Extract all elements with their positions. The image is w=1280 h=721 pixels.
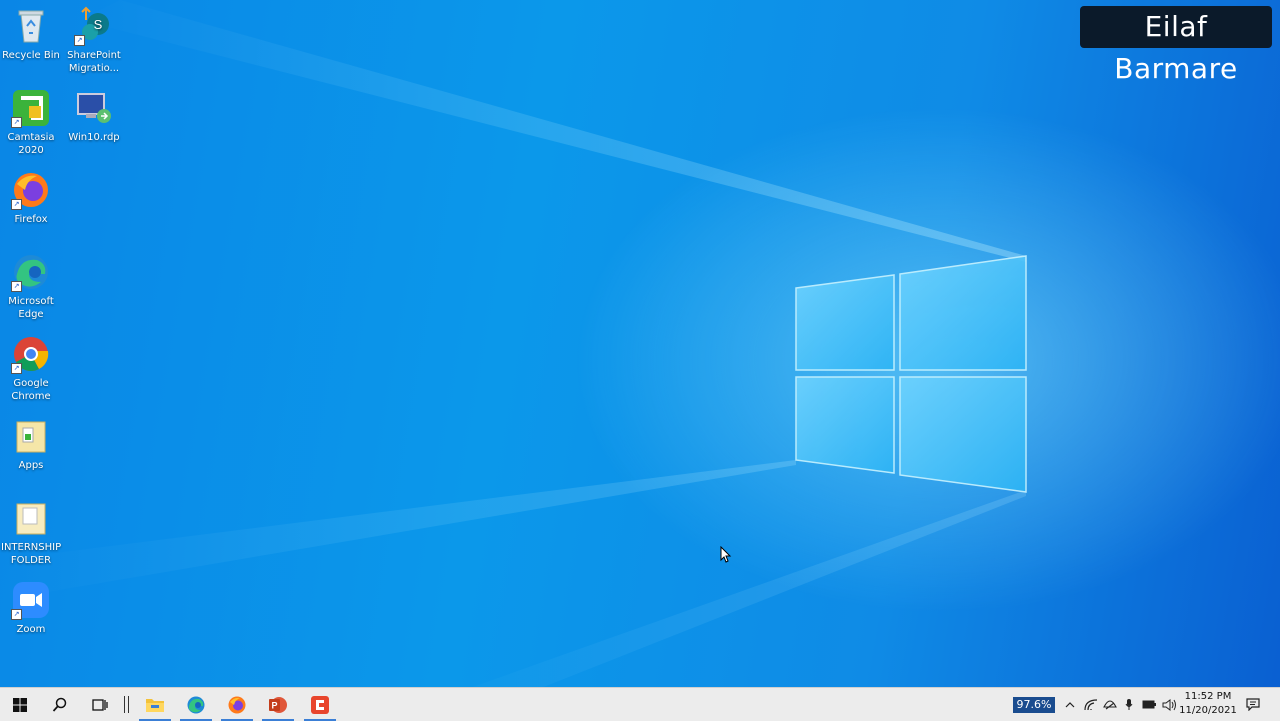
desktop-icon-label: INTERNSHIP FOLDER: [1, 542, 62, 566]
recycle-bin-icon: [11, 6, 51, 46]
desktop-icon-camtasia[interactable]: ↗ Camtasia 2020: [1, 88, 61, 157]
taskbar: P 97.6% 11:52 PM 11/20/2021: [0, 687, 1280, 721]
task-view-icon: [92, 698, 108, 711]
wallpaper-light-beams: [0, 0, 1027, 720]
taskbar-camtasia[interactable]: [300, 688, 340, 721]
desktop-icon-label: SharePoint Migratio...: [67, 50, 121, 74]
start-icon: [13, 697, 27, 712]
taskbar-separator: [124, 696, 129, 713]
network-icon: [1103, 699, 1117, 709]
shortcut-arrow-icon: ↗: [11, 117, 22, 128]
clock-time: 11:52 PM: [1184, 691, 1232, 702]
desktop-icon-label: Zoom: [16, 624, 46, 635]
volume-button[interactable]: [1160, 688, 1178, 721]
search-icon: [52, 697, 67, 712]
presenter-name-watermark: Eilaf Barmare: [1080, 6, 1272, 85]
task-view-button[interactable]: [80, 688, 120, 721]
folder-icon: [11, 416, 51, 456]
desktop-icon-internship-folder[interactable]: INTERNSHIP FOLDER: [1, 498, 61, 567]
zoom-level-indicator[interactable]: 97.6%: [1013, 697, 1055, 713]
desktop-icon-firefox[interactable]: ↗ Firefox: [1, 170, 61, 226]
folder-icon: [11, 498, 51, 538]
notification-icon: [1246, 698, 1260, 711]
powerpoint-icon: P: [269, 696, 287, 713]
show-hidden-icons-button[interactable]: [1062, 688, 1078, 721]
desktop-icon-label: Recycle Bin: [2, 50, 60, 61]
desktop-icon-label: Win10.rdp: [68, 132, 120, 143]
desktop-icon-label: Firefox: [14, 214, 48, 225]
remote-desktop-icon: [74, 88, 114, 128]
shortcut-arrow-icon: ↗: [74, 35, 85, 46]
chevron-up-icon: [1065, 701, 1075, 707]
taskbar-file-explorer[interactable]: [135, 688, 175, 721]
camtasia-icon: [311, 695, 329, 714]
desktop-icon-microsoft-edge[interactable]: ↗ Microsoft Edge: [1, 252, 61, 321]
desktop-icon-google-chrome[interactable]: ↗ Google Chrome: [1, 334, 61, 403]
desktop-icon-label: Camtasia 2020: [7, 132, 55, 156]
wifi-icon: [1084, 698, 1098, 710]
microphone-button[interactable]: [1121, 688, 1137, 721]
volume-icon: [1162, 698, 1176, 711]
svg-text:P: P: [271, 700, 277, 710]
sharepoint-migration-icon: S ↗: [74, 6, 114, 46]
zoom-icon: ↗: [11, 580, 51, 620]
firefox-icon: ↗: [11, 170, 51, 210]
network-button[interactable]: [1101, 688, 1119, 721]
microphone-icon: [1125, 699, 1133, 710]
shortcut-arrow-icon: ↗: [11, 609, 22, 620]
shortcut-arrow-icon: ↗: [11, 363, 22, 374]
desktop-icon-win10-rdp[interactable]: Win10.rdp: [64, 88, 124, 144]
action-center-button[interactable]: [1242, 688, 1264, 721]
taskbar-edge[interactable]: [176, 688, 216, 721]
svg-text:S: S: [94, 17, 103, 32]
mouse-cursor-icon: [720, 546, 732, 563]
desktop-icon-recycle-bin[interactable]: Recycle Bin: [1, 6, 61, 62]
chrome-icon: ↗: [11, 334, 51, 374]
start-button[interactable]: [0, 688, 40, 721]
file-explorer-icon: [146, 698, 164, 712]
shortcut-arrow-icon: ↗: [11, 281, 22, 292]
desktop-icon-zoom[interactable]: ↗ Zoom: [1, 580, 61, 636]
desktop-icon-sharepoint-migration[interactable]: S ↗ SharePoint Migratio...: [64, 6, 124, 75]
desktop-icon-label: Google Chrome: [11, 378, 51, 402]
edge-icon: [187, 696, 205, 713]
desktop-icon-label: Microsoft Edge: [8, 296, 54, 320]
firefox-icon: [228, 696, 246, 713]
wifi-button[interactable]: [1082, 688, 1100, 721]
shortcut-arrow-icon: ↗: [11, 199, 22, 210]
windows-logo: [795, 255, 1027, 493]
taskbar-firefox[interactable]: [217, 688, 257, 721]
clock-date: 11/20/2021: [1179, 705, 1237, 716]
taskbar-powerpoint[interactable]: P: [258, 688, 298, 721]
camtasia-icon: ↗: [11, 88, 51, 128]
desktop-icon-label: Apps: [18, 460, 44, 471]
system-clock[interactable]: 11:52 PM 11/20/2021: [1177, 690, 1239, 718]
search-button[interactable]: [40, 688, 80, 721]
edge-icon: ↗: [11, 252, 51, 292]
battery-button[interactable]: [1140, 688, 1158, 721]
desktop-icon-apps[interactable]: Apps: [1, 416, 61, 472]
battery-icon: [1142, 700, 1156, 709]
